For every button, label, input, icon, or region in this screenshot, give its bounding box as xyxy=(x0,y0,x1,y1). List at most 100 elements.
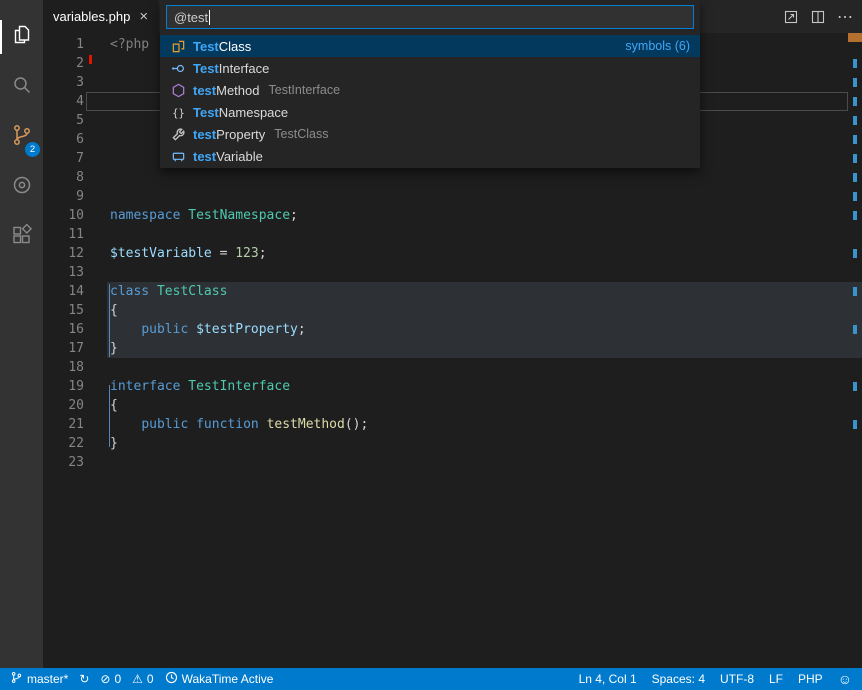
line-number: 9 xyxy=(43,187,84,206)
status-language-mode[interactable]: PHP xyxy=(798,672,823,686)
activity-item-search[interactable] xyxy=(0,62,43,112)
indent-guide xyxy=(109,284,110,357)
status-encoding[interactable]: UTF-8 xyxy=(720,672,754,686)
quick-open-widget: @test TestClass symbols (6) TestInterface t… xyxy=(160,0,700,168)
symbol-namespace-icon: {} xyxy=(170,104,186,120)
line-number: 11 xyxy=(43,225,84,244)
overview-mark xyxy=(853,173,857,182)
editor-line[interactable]: 20{ xyxy=(43,396,862,415)
editor-line[interactable]: 23 xyxy=(43,453,862,472)
quick-open-item-testnamespace[interactable]: {}TestNamespace xyxy=(160,101,700,123)
symbol-interface-icon xyxy=(170,60,186,76)
editor-line[interactable]: 22} xyxy=(43,434,862,453)
editor-line[interactable]: 12$testVariable = 123; xyxy=(43,244,862,263)
token-plain xyxy=(110,322,141,337)
match-text: Test xyxy=(193,61,219,76)
editor-line[interactable]: 9 xyxy=(43,187,862,206)
token-plain: { xyxy=(110,303,118,318)
status-feedback-smiley[interactable]: ☺ xyxy=(838,672,852,687)
symbol-label: Variable xyxy=(216,149,263,164)
activity-item-explorer[interactable] xyxy=(0,12,43,62)
line-number: 18 xyxy=(43,358,84,377)
editor-line[interactable]: 19interface TestInterface xyxy=(43,377,862,396)
symbol-description: TestInterface xyxy=(269,83,341,97)
code-line: public function testMethod(); xyxy=(110,415,368,434)
line-number: 17 xyxy=(43,339,84,358)
overview-mark xyxy=(853,287,857,296)
status-wakatime[interactable]: WakaTime Active xyxy=(165,671,274,687)
editor-line[interactable]: 18 xyxy=(43,358,862,377)
line-number: 12 xyxy=(43,244,84,263)
group-label: symbols (6) xyxy=(625,39,690,53)
status-sync[interactable]: ↻ xyxy=(79,672,89,686)
split-editor-icon[interactable] xyxy=(807,6,829,28)
status-git-branch[interactable]: master* xyxy=(10,671,68,687)
match-text: test xyxy=(193,127,216,142)
symbol-label: Method xyxy=(216,83,259,98)
match-text: Test xyxy=(193,39,219,54)
token-plain: ; xyxy=(298,322,306,337)
editor-line[interactable]: 15{ xyxy=(43,301,862,320)
quick-open-item-testinterface[interactable]: TestInterface xyxy=(160,57,700,79)
line-number: 13 xyxy=(43,263,84,282)
token-plain: ; xyxy=(290,208,298,223)
line-number: 6 xyxy=(43,130,84,149)
status-label: PHP xyxy=(798,672,823,686)
token-var: $testVariable xyxy=(110,246,212,261)
status-label: Ln 4, Col 1 xyxy=(579,672,637,686)
editor-line[interactable]: 14class TestClass xyxy=(43,282,862,301)
editor-line[interactable]: 13 xyxy=(43,263,862,282)
status-errors[interactable]: ⊘0 xyxy=(100,672,121,686)
quick-open-input[interactable]: @test xyxy=(166,5,694,29)
editor-line[interactable]: 16 public $testProperty; xyxy=(43,320,862,339)
overview-mark xyxy=(853,135,857,144)
editor-line[interactable]: 8 xyxy=(43,168,862,187)
line-number: 19 xyxy=(43,377,84,396)
token-plain xyxy=(188,322,196,337)
status-warnings[interactable]: ⚠0 xyxy=(132,672,153,686)
editor-line[interactable]: 10namespace TestNamespace; xyxy=(43,206,862,225)
quick-open-item-testmethod[interactable]: testMethodTestInterface xyxy=(160,79,700,101)
quick-open-item-testvariable[interactable]: testVariable xyxy=(160,145,700,167)
overview-mark xyxy=(853,382,857,391)
symbol-class-icon xyxy=(170,38,186,54)
status-label: WakaTime Active xyxy=(182,672,274,686)
open-changes-icon[interactable] xyxy=(780,6,802,28)
scm-badge: 2 xyxy=(25,142,40,157)
quick-open-list: TestClass symbols (6) TestInterface test Met… xyxy=(160,35,700,167)
token-plain xyxy=(149,284,157,299)
close-icon[interactable]: × xyxy=(139,9,148,24)
quick-open-item-testclass[interactable]: TestClass symbols (6) xyxy=(160,35,700,57)
status-bar: master*↻⊘0⚠0WakaTime Active Ln 4, Col 1S… xyxy=(0,668,862,690)
token-kw: namespace xyxy=(110,208,180,223)
match-text: test xyxy=(193,149,216,164)
status-indentation[interactable]: Spaces: 4 xyxy=(652,672,705,686)
warning-icon: ⚠ xyxy=(132,672,143,686)
overview-mark xyxy=(853,59,857,68)
status-label: 0 xyxy=(147,672,154,686)
activity-bar: 2 xyxy=(0,0,43,668)
token-kw: public xyxy=(141,322,188,337)
activity-item-source-control[interactable]: 2 xyxy=(0,112,43,162)
editor-line[interactable]: 17} xyxy=(43,339,862,358)
status-cursor-position[interactable]: Ln 4, Col 1 xyxy=(579,672,637,686)
symbol-label: Class xyxy=(219,39,252,54)
more-actions-icon[interactable]: ⋯ xyxy=(834,6,856,28)
editor-line[interactable]: 21 public function testMethod(); xyxy=(43,415,862,434)
token-plain xyxy=(110,417,141,432)
line-number: 7 xyxy=(43,149,84,168)
symbol-label: Property xyxy=(216,127,265,142)
code-line: } xyxy=(110,339,118,358)
vscode-window: 2 variables.ph xyxy=(0,0,862,690)
status-eol[interactable]: LF xyxy=(769,672,783,686)
quick-open-item-testproperty[interactable]: testPropertyTestClass xyxy=(160,123,700,145)
token-num: 123 xyxy=(235,246,258,261)
tab-variables-php[interactable]: variables.php × xyxy=(43,0,158,33)
line-number: 16 xyxy=(43,320,84,339)
editor-line[interactable]: 11 xyxy=(43,225,862,244)
status-label: 0 xyxy=(114,672,121,686)
activity-item-extensions[interactable] xyxy=(0,212,43,262)
branch-icon xyxy=(10,671,23,687)
overview-mark xyxy=(853,325,857,334)
activity-item-debug[interactable] xyxy=(0,162,43,212)
